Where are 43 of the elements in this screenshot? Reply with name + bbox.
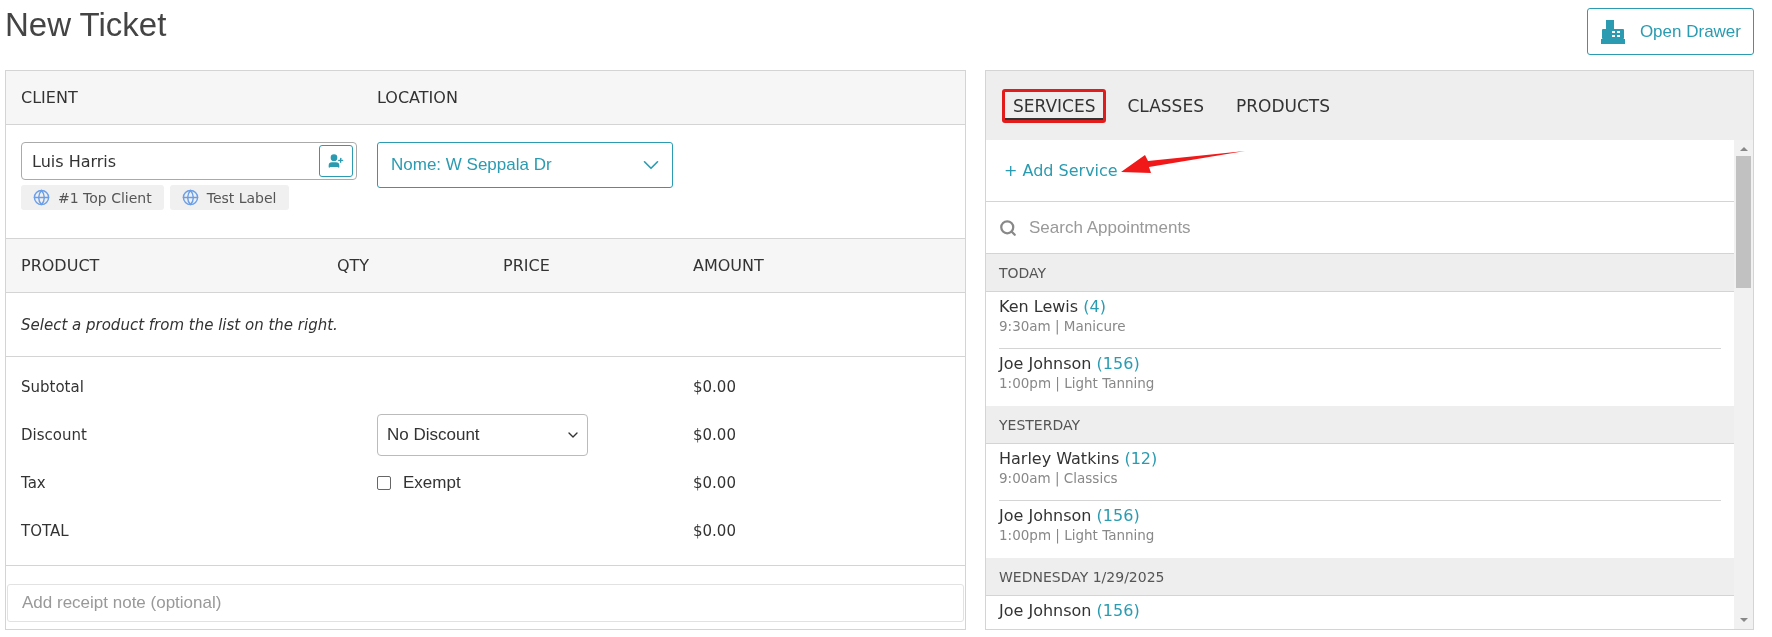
group-heading: WEDNESDAY 1/29/2025 [999,568,1165,585]
column-header: PRICE [503,256,551,275]
appointment-item[interactable]: Ken Lewis (4) 9:30am | Manicure [999,292,1721,349]
column-header: QTY [337,256,371,275]
globe-icon [181,189,199,206]
scroll-down-icon[interactable] [1738,615,1749,625]
group-heading: TODAY [999,264,1047,281]
cash-register-icon [1599,19,1626,44]
add-user-icon [328,153,344,169]
appointment-item[interactable]: Harley Watkins (12) 9:00am | Classics [999,444,1721,501]
search-icon [999,218,1017,237]
appointment-item[interactable]: Joe Johnson (156) 1:00pm | Light Tanning [999,501,1721,558]
total-label: Tax [21,474,47,492]
scroll-up-icon[interactable] [1738,144,1749,154]
total-label: Discount [21,426,88,444]
discount-select[interactable]: No Discount [377,414,588,456]
amount-value: $0.00 [693,474,737,492]
scrollbar[interactable] [1734,140,1753,629]
total-label: TOTAL [21,522,70,540]
amount-value: $0.00 [693,426,737,444]
page-title: New Ticket [5,6,167,44]
scrollbar-thumb[interactable] [1736,156,1751,288]
column-header: AMOUNT [693,256,765,275]
tab[interactable]: SERVICES [1002,88,1107,123]
amount-value: $0.00 [693,522,737,540]
client-tag: #1 Top Client [21,185,164,210]
column-header: CLIENT [21,88,79,107]
total-label: Subtotal [21,378,85,396]
amount-value: $0.00 [693,378,737,396]
tab[interactable]: CLASSES [1116,88,1215,123]
exempt-checkbox[interactable]: Exempt [377,473,693,493]
add-client-button[interactable] [319,145,353,177]
tab[interactable]: PRODUCTS [1224,88,1341,123]
receipt-note-field[interactable]: Add receipt note (optional) [7,584,964,622]
client-tag: Test Label [169,185,289,210]
globe-icon [33,189,50,206]
empty-message: Select a product from the list on the right. [21,315,338,334]
appointment-item[interactable]: Joe Johnson (156) [999,596,1721,629]
column-header: LOCATION [377,88,459,107]
column-header: PRODUCT [21,256,101,275]
client-field[interactable]: Luis Harris [21,142,357,180]
appointment-item[interactable]: Joe Johnson (156) 1:00pm | Light Tanning [999,349,1721,406]
group-heading: YESTERDAY [999,416,1080,433]
